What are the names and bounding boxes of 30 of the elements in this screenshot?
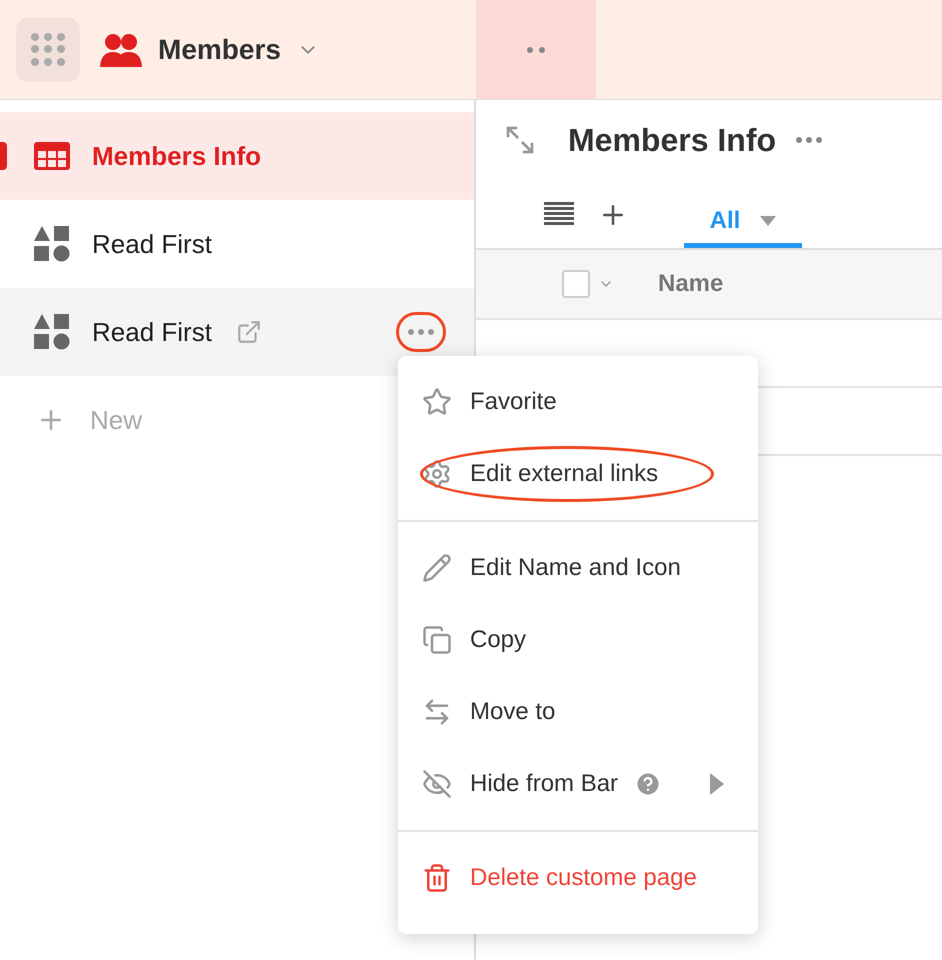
column-header: Name — [658, 269, 724, 299]
selection-bar — [0, 142, 7, 170]
apps-menu-button[interactable] — [16, 18, 80, 82]
submenu-arrow-icon — [710, 773, 724, 795]
sidebar-item[interactable]: Read First — [0, 288, 474, 376]
caret-icon — [760, 216, 776, 226]
drag-handle[interactable] — [476, 0, 596, 99]
table-icon — [34, 142, 70, 170]
expand-icon — [504, 124, 536, 156]
app-title: Members — [158, 32, 281, 66]
list-icon[interactable] — [544, 202, 574, 226]
eye-off-icon — [422, 769, 452, 799]
menu-item[interactable]: Edit Name and Icon — [398, 532, 758, 604]
view-title: Members Info — [568, 121, 776, 160]
sidebar-item[interactable]: Read First — [0, 200, 474, 288]
select-all-checkbox[interactable] — [562, 270, 590, 298]
menu-item[interactable]: Copy — [398, 604, 758, 676]
menu-item[interactable]: Hide from Bar — [398, 748, 758, 820]
menu-item[interactable]: Move to — [398, 676, 758, 748]
menu-item[interactable]: Delete custome page — [398, 842, 758, 914]
pencil-icon — [422, 553, 452, 583]
menu-item[interactable]: Edit external links — [398, 438, 758, 510]
people-icon — [100, 32, 142, 66]
settings-icon — [422, 459, 452, 489]
sidebar-item[interactable]: Members Info — [0, 112, 474, 200]
trash-icon — [422, 863, 452, 893]
star-icon — [422, 387, 452, 417]
shapes-icon — [34, 314, 70, 350]
shapes-icon — [34, 226, 70, 262]
copy-icon — [422, 625, 452, 655]
